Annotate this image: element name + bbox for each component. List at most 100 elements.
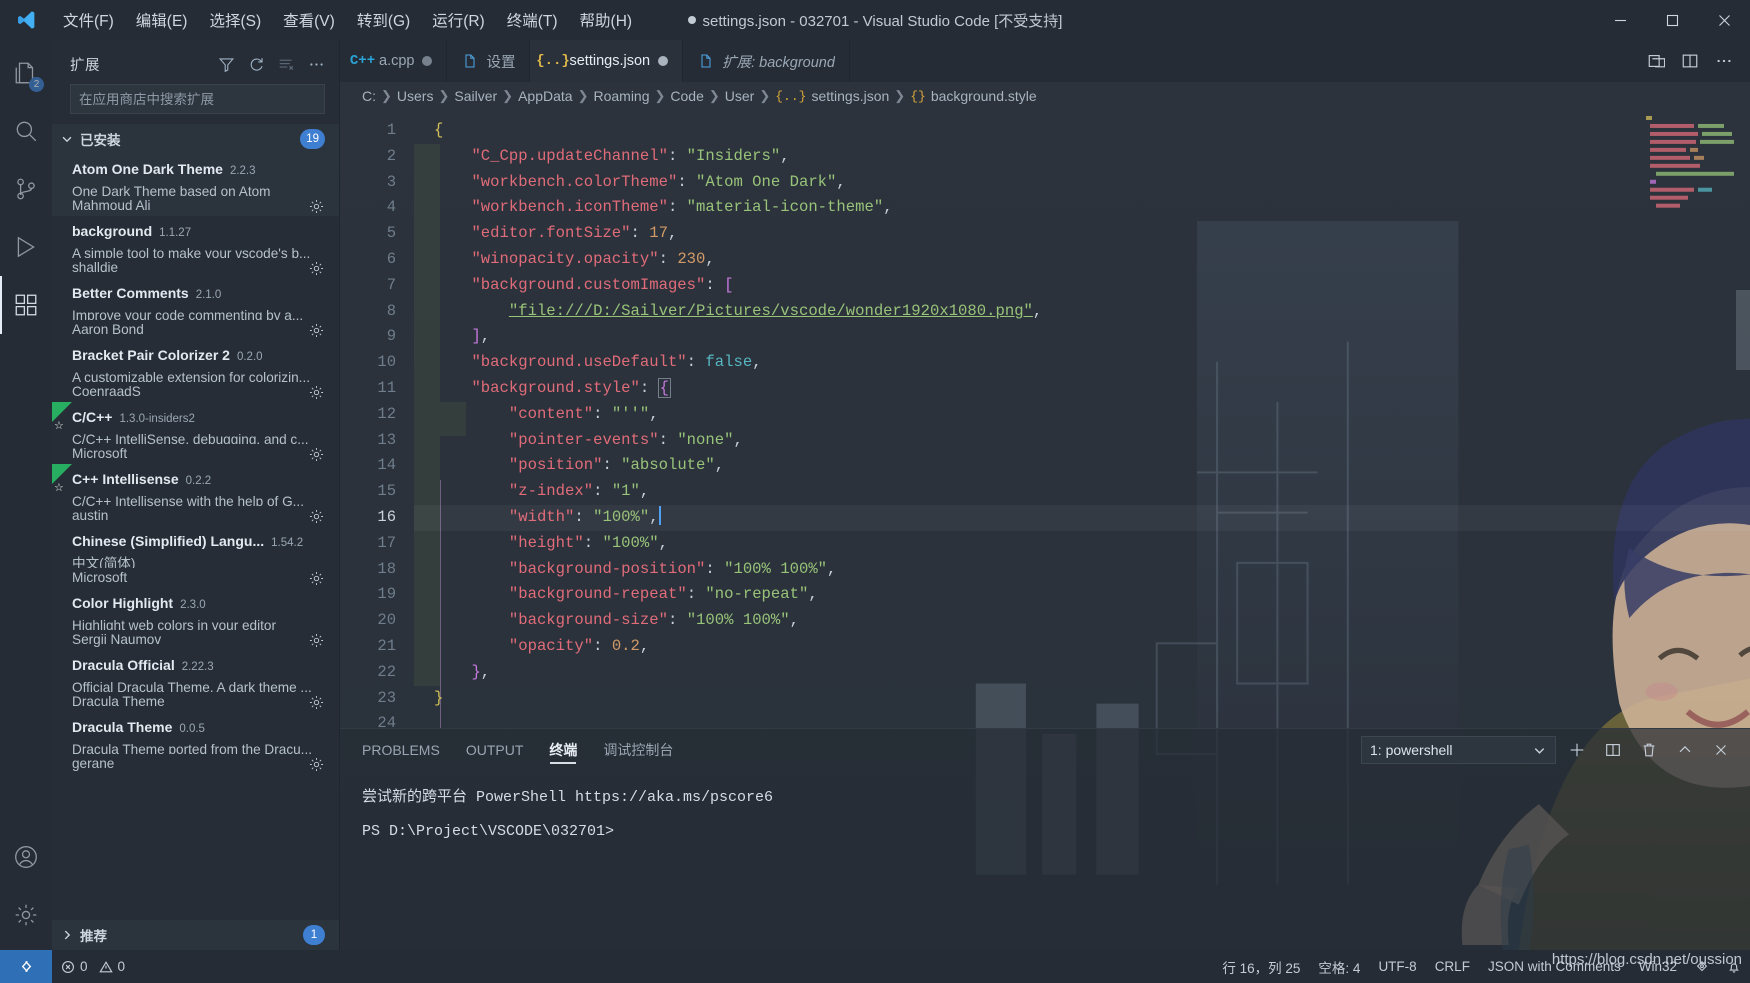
list-item[interactable]: ☆ C++ Intellisense0.2.2 C/C++ Intellisen… (52, 464, 339, 526)
maximize-panel-button[interactable] (1670, 735, 1700, 765)
breadcrumb-item[interactable]: Roaming (593, 88, 649, 104)
menu-file[interactable]: 文件(F) (52, 0, 125, 40)
split-terminal-button[interactable] (1598, 735, 1628, 765)
gear-icon[interactable] (308, 322, 325, 339)
code-line[interactable]: { (414, 118, 1750, 144)
menu-view[interactable]: 查看(V) (272, 0, 346, 40)
activitybar-item-explorer[interactable]: 2 (0, 44, 52, 102)
refresh-icon[interactable] (243, 51, 269, 77)
list-item[interactable]: Chinese (Simplified) Langu...1.54.2 中文(简… (52, 526, 339, 588)
status-errors[interactable]: 0 0 (52, 950, 134, 983)
activitybar-item-manage[interactable] (0, 886, 52, 944)
search-input[interactable] (70, 84, 325, 114)
list-item[interactable]: Bracket Pair Colorizer 20.2.0 A customiz… (52, 340, 339, 402)
tab-settings[interactable]: 设置 (447, 40, 530, 82)
clear-list-icon[interactable] (273, 51, 299, 77)
status-cursor-position[interactable]: 行 16，列 25 (1213, 950, 1309, 983)
code-line[interactable]: "background.useDefault": false, (414, 350, 1750, 376)
tab-dirty-dot-icon[interactable] (422, 56, 432, 66)
minimize-button[interactable] (1594, 0, 1646, 40)
tab-a-cpp[interactable]: C++ a.cpp (340, 40, 447, 82)
status-platform[interactable]: Win32 (1630, 950, 1686, 983)
code-line[interactable]: "height": "100%", (414, 531, 1750, 557)
menu-go[interactable]: 转到(G) (346, 0, 421, 40)
activitybar-item-extensions[interactable] (0, 276, 52, 334)
terminal-select[interactable]: 1: powershell (1361, 736, 1556, 764)
activitybar-item-search[interactable] (0, 102, 52, 160)
gear-icon[interactable] (308, 446, 325, 463)
list-item[interactable]: background1.1.27 A simple tool to make y… (52, 216, 339, 278)
code-line[interactable]: "width": "100%", (414, 505, 1750, 531)
gear-icon[interactable] (308, 384, 325, 401)
code-line[interactable] (414, 711, 1750, 728)
breadcrumb-item[interactable]: Sailver (454, 88, 497, 104)
tab-debug-console[interactable]: 调试控制台 (603, 729, 673, 771)
tab-output[interactable]: OUTPUT (466, 729, 524, 771)
code-line[interactable]: "pointer-events": "none", (414, 428, 1750, 454)
status-eol[interactable]: CRLF (1426, 950, 1479, 983)
code-line[interactable]: "winopacity.opacity": 230, (414, 247, 1750, 273)
ellipsis-icon[interactable] (303, 51, 329, 77)
menu-help[interactable]: 帮助(H) (569, 0, 644, 40)
ellipsis-icon[interactable] (1708, 45, 1740, 77)
code-line[interactable]: "background.customImages": [ (414, 273, 1750, 299)
breadcrumb-item[interactable]: Users (397, 88, 434, 104)
code-line[interactable]: "workbench.iconTheme": "material-icon-th… (414, 195, 1750, 221)
close-button[interactable] (1698, 0, 1750, 40)
filter-icon[interactable] (213, 51, 239, 77)
breadcrumb-item[interactable]: AppData (518, 88, 572, 104)
gear-icon[interactable] (308, 198, 325, 215)
activitybar-item-source-control[interactable] (0, 160, 52, 218)
menu-selection[interactable]: 选择(S) (198, 0, 272, 40)
code-line[interactable]: "opacity": 0.2, (414, 634, 1750, 660)
code-line[interactable]: ], (414, 324, 1750, 350)
breadcrumb-item[interactable]: Code (670, 88, 703, 104)
activitybar-item-run-and-debug[interactable] (0, 218, 52, 276)
close-panel-button[interactable] (1706, 735, 1736, 765)
terminal-output[interactable]: 尝试新的跨平台 PowerShell https://aka.ms/pscore… (340, 771, 1750, 950)
status-language-mode[interactable]: JSON with Comments (1479, 950, 1630, 983)
breadcrumb-item[interactable]: User (725, 88, 755, 104)
code-line[interactable]: "editor.fontSize": 17, (414, 221, 1750, 247)
list-item[interactable]: Dracula Official2.22.3 Official Dracula … (52, 650, 339, 712)
code-line[interactable]: "background-repeat": "no-repeat", (414, 582, 1750, 608)
code-content[interactable]: { "C_Cpp.updateChannel": "Insiders", "wo… (414, 110, 1750, 728)
status-indentation[interactable]: 空格: 4 (1309, 950, 1369, 983)
remote-window-icon[interactable] (0, 950, 52, 983)
tab-extension-background[interactable]: 扩展: background (683, 40, 850, 82)
extensions-list[interactable]: Atom One Dark Theme2.2.3 One Dark Theme … (52, 154, 339, 920)
code-editor[interactable]: 1 2 3 4 5 6 7 8 9 10 11 12 13 14 15 16 1 (340, 110, 1750, 728)
feedback-icon[interactable] (1686, 950, 1718, 983)
gear-icon[interactable] (308, 508, 325, 525)
maximize-button[interactable] (1646, 0, 1698, 40)
tab-dirty-dot-icon[interactable] (658, 56, 668, 66)
tab-terminal[interactable]: 终端 (549, 729, 577, 771)
new-terminal-button[interactable] (1562, 735, 1592, 765)
code-line[interactable]: } (414, 686, 1750, 712)
bell-icon[interactable] (1718, 950, 1750, 983)
split-preview-icon[interactable] (1640, 45, 1672, 77)
breadcrumb-item-symbol[interactable]: {}background.style (910, 88, 1036, 104)
list-item[interactable]: Better Comments2.1.0 Improve your code c… (52, 278, 339, 340)
split-editor-icon[interactable] (1674, 45, 1706, 77)
tab-problems[interactable]: PROBLEMS (362, 729, 440, 771)
list-item[interactable]: Atom One Dark Theme2.2.3 One Dark Theme … (52, 154, 339, 216)
code-line[interactable]: "file:///D:/Sailver/Pictures/vscode/wond… (414, 299, 1750, 325)
menu-run[interactable]: 运行(R) (421, 0, 496, 40)
menu-edit[interactable]: 编辑(E) (125, 0, 199, 40)
gear-icon[interactable] (308, 260, 325, 277)
tab-settings-json[interactable]: {..} settings.json (530, 40, 683, 82)
list-item[interactable]: ☆ C/C++1.3.0-insiders2 C/C++ IntelliSens… (52, 402, 339, 464)
breadcrumb-item-file[interactable]: {..}settings.json (775, 88, 889, 104)
code-line[interactable]: "z-index": "1", (414, 479, 1750, 505)
gear-icon[interactable] (308, 756, 325, 773)
gear-icon[interactable] (308, 694, 325, 711)
code-line[interactable]: }, (414, 660, 1750, 686)
recommended-section-header[interactable]: 推荐 1 (52, 920, 339, 950)
breadcrumb-item[interactable]: C: (362, 88, 376, 104)
activitybar-item-accounts[interactable] (0, 828, 52, 886)
code-line[interactable]: "background.style": { (414, 376, 1750, 402)
list-item[interactable]: Dracula Theme0.0.5 Dracula Theme ported … (52, 712, 339, 774)
code-line[interactable]: "position": "absolute", (414, 453, 1750, 479)
status-encoding[interactable]: UTF-8 (1369, 950, 1425, 983)
